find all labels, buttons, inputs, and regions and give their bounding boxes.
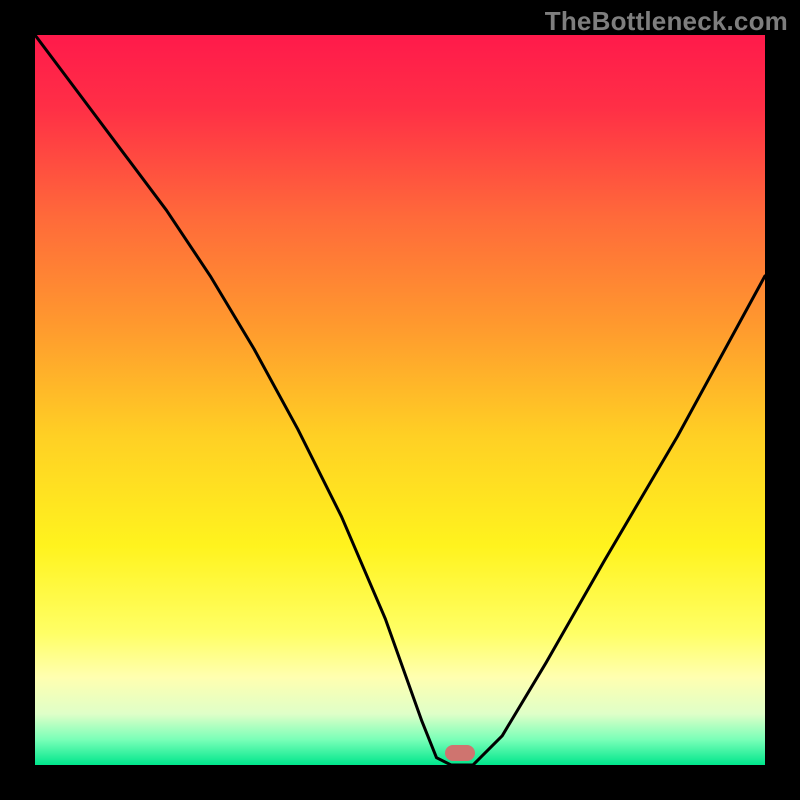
optimum-marker bbox=[445, 745, 475, 761]
bottleneck-curve bbox=[35, 35, 765, 765]
watermark-text: TheBottleneck.com bbox=[545, 6, 788, 37]
plot-area bbox=[35, 35, 765, 765]
chart-frame: TheBottleneck.com bbox=[0, 0, 800, 800]
